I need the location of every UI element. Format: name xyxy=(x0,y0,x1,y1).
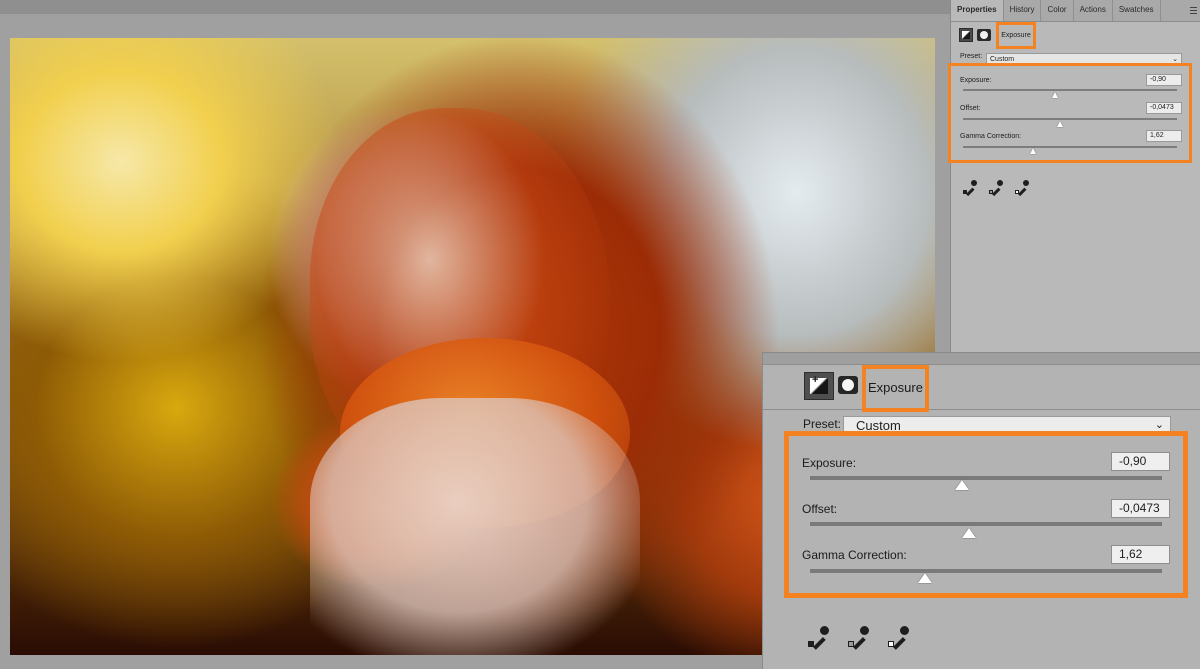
exposure-adjustment-icon-zoomed[interactable] xyxy=(804,372,834,400)
exposure-label: Exposure: xyxy=(960,77,992,84)
gray-eyedropper-icon-zoomed[interactable] xyxy=(848,626,870,650)
tab-properties[interactable]: Properties xyxy=(951,0,1004,21)
exposure-label-zoomed: Exposure: xyxy=(802,456,857,470)
gamma-correction-label: Gamma Correction: xyxy=(960,133,1022,140)
eyedropper-group-zoomed xyxy=(808,626,910,650)
offset-value-input[interactable]: -0,0473 xyxy=(1146,102,1182,114)
exposure-slider-thumb-zoomed[interactable] xyxy=(955,480,969,490)
exposure-value-input-zoomed[interactable]: -0,90 xyxy=(1111,452,1170,471)
exposure-adjustment-icon[interactable] xyxy=(959,28,973,42)
gray-eyedropper-icon[interactable] xyxy=(989,180,1003,197)
panel-title: Exposure xyxy=(1001,32,1031,39)
gamma-correction-slider-thumb-zoomed[interactable] xyxy=(918,573,932,583)
offset-value-input-zoomed[interactable]: -0,0473 xyxy=(1111,499,1170,518)
panel-title-zoomed: Exposure xyxy=(868,380,923,395)
panel-menu-icon[interactable] xyxy=(1190,7,1197,14)
preset-label-zoomed: Preset: xyxy=(803,417,842,431)
offset-slider-thumb-zoomed[interactable] xyxy=(962,528,976,538)
top-bar xyxy=(0,0,950,14)
black-eyedropper-icon-zoomed[interactable] xyxy=(808,626,830,650)
preset-value: Custom xyxy=(990,56,1015,63)
gamma-correction-label-zoomed: Gamma Correction: xyxy=(802,548,907,562)
tab-swatches[interactable]: Swatches xyxy=(1113,0,1161,21)
offset-slider-track[interactable] xyxy=(963,118,1177,120)
preset-label: Preset: xyxy=(960,53,983,60)
white-eyedropper-icon-zoomed[interactable] xyxy=(888,626,910,650)
exposure-slider-thumb[interactable] xyxy=(1052,92,1058,98)
header-divider xyxy=(763,409,1200,410)
white-eyedropper-icon[interactable] xyxy=(1015,180,1029,197)
panel-header xyxy=(959,25,991,45)
mask-icon[interactable] xyxy=(977,29,991,41)
gamma-correction-slider-track-zoomed[interactable] xyxy=(810,569,1162,573)
offset-slider-thumb[interactable] xyxy=(1057,121,1063,127)
panel-title-highlighted: Exposure xyxy=(996,22,1036,49)
black-eyedropper-icon[interactable] xyxy=(963,180,977,197)
offset-slider-track-zoomed[interactable] xyxy=(810,522,1162,526)
gamma-correction-slider-thumb[interactable] xyxy=(1030,148,1036,154)
gamma-correction-value-input[interactable]: 1,62 xyxy=(1146,130,1182,142)
gamma-correction-slider-track[interactable] xyxy=(963,146,1177,148)
photo-hands xyxy=(310,398,640,655)
zoomed-tab-strip xyxy=(763,353,1200,365)
offset-label-zoomed: Offset: xyxy=(802,502,838,516)
mask-icon-zoomed[interactable] xyxy=(838,376,858,394)
offset-label: Offset: xyxy=(960,105,981,112)
eyedropper-group xyxy=(963,180,1029,197)
tab-history[interactable]: History xyxy=(1004,0,1042,21)
tab-actions[interactable]: Actions xyxy=(1074,0,1113,21)
exposure-slider-track-zoomed[interactable] xyxy=(810,476,1162,480)
exposure-slider-track[interactable] xyxy=(963,89,1177,91)
gamma-correction-value-input-zoomed[interactable]: 1,62 xyxy=(1111,545,1170,564)
panel-tabs: Properties History Color Actions Swatche… xyxy=(951,0,1200,22)
exposure-value-input[interactable]: -0,90 xyxy=(1146,74,1182,86)
tab-color[interactable]: Color xyxy=(1041,0,1074,21)
